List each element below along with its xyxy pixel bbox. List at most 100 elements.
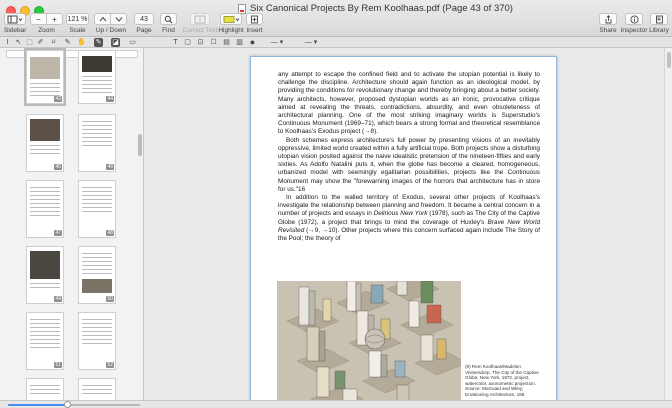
page-body-text: any attempt to escape the confined field… xyxy=(278,71,540,243)
thumbnail-page[interactable]: 46 xyxy=(78,114,116,172)
scale-field[interactable]: 121 % xyxy=(66,13,89,25)
pdf-document-icon xyxy=(238,3,246,14)
box-tool-icon[interactable]: ⊡ xyxy=(196,38,205,47)
fill-color-icon[interactable]: ▥ xyxy=(235,38,244,47)
insert-label: Insert xyxy=(246,27,263,34)
pdf-page: any attempt to escape the confined field… xyxy=(250,56,557,400)
pencil-tool-icon[interactable]: ✎ xyxy=(94,38,103,47)
thumbnail-image xyxy=(30,119,60,141)
inspector-toolbar-item: Inspector xyxy=(620,13,648,37)
rectangle-tool-icon[interactable]: ▢ xyxy=(183,38,192,47)
draw-tool-icon[interactable]: ✎ xyxy=(63,38,72,47)
updown-toolbar-item: Up / Down xyxy=(94,13,128,37)
scale-toolbar-item: 121 % Scale xyxy=(66,13,90,37)
thumbnail-page-number: 50 xyxy=(106,296,114,302)
rect-select-tool-icon[interactable]: ⬚ xyxy=(25,38,34,47)
page-up-button[interactable] xyxy=(94,13,111,25)
document-scrollbar-knob[interactable] xyxy=(667,52,671,68)
share-label: Share xyxy=(599,27,617,34)
paragraph: In addition to the walled territory of E… xyxy=(278,194,540,243)
axonometric-city-image xyxy=(277,281,461,400)
correct-text-toolbar-item: Correct Text xyxy=(183,13,217,37)
sidebar-scrollbar[interactable] xyxy=(138,134,142,156)
highlight-toolbar-item: Highlight xyxy=(218,13,244,37)
highlight-button[interactable] xyxy=(220,13,242,25)
library-label: Library xyxy=(649,27,669,34)
pen-tool-icon[interactable]: ✐ xyxy=(36,38,45,47)
text-select-tool-icon[interactable]: I xyxy=(3,38,12,47)
search-icon xyxy=(164,15,173,23)
page-down-button[interactable] xyxy=(110,13,127,25)
thumbnail-page-number: 49 xyxy=(54,296,62,302)
thumbnail-page-number: 45 xyxy=(54,164,62,170)
note-tool-icon[interactable]: ▭ xyxy=(128,38,137,47)
thumbnail-page[interactable]: 51 xyxy=(26,312,64,370)
zoom-out-button[interactable]: − xyxy=(30,13,47,25)
page-toolbar-item: 43 Page xyxy=(134,13,154,37)
updown-label: Up / Down xyxy=(95,27,127,34)
thumbnail-page[interactable]: 43 xyxy=(24,48,66,106)
insert-page-icon xyxy=(251,15,258,23)
sidebar-toolbar-item: Sidebar xyxy=(4,13,28,37)
thumbnail-page-number: 43 xyxy=(54,96,62,102)
library-icon xyxy=(655,15,663,23)
stamp-tool-icon[interactable]: ▤ xyxy=(222,38,231,47)
inspector-button[interactable] xyxy=(625,13,643,25)
preview-window: Six Canonical Projects By Rem Koolhaas.p… xyxy=(0,0,672,408)
zoom-in-button[interactable]: + xyxy=(46,13,63,25)
find-label: Find xyxy=(162,27,175,34)
sidebar-toggle-button[interactable] xyxy=(4,13,26,25)
captive-globe-illustration xyxy=(277,281,461,400)
hand-tool-icon[interactable]: ✋ xyxy=(77,38,86,47)
thumbnail-page[interactable]: 48 xyxy=(78,180,116,238)
insert-toolbar-item: Insert xyxy=(244,13,266,37)
border-color-icon[interactable]: ● xyxy=(248,38,257,47)
thumbnail-image xyxy=(30,251,60,279)
document-scrollbar[interactable] xyxy=(664,48,672,400)
window-title-text: Six Canonical Projects By Rem Koolhaas.p… xyxy=(250,3,513,14)
chevron-down-icon xyxy=(115,17,122,22)
library-button[interactable] xyxy=(650,13,668,25)
inspector-label: Inspector xyxy=(620,27,648,34)
thumbnail-size-slider-fill xyxy=(8,404,68,406)
thumbnail-page[interactable]: 45 xyxy=(26,114,64,172)
correct-text-button[interactable] xyxy=(190,13,210,25)
text-edit-icon xyxy=(194,15,206,23)
arrow-style-dropdown[interactable]: — ▾ xyxy=(300,38,322,47)
thumbnail-page[interactable]: 47 xyxy=(26,180,64,238)
text-box-tool-icon[interactable]: T xyxy=(171,38,180,47)
find-button[interactable] xyxy=(160,13,177,25)
thumbnail-size-slider-knob[interactable] xyxy=(63,401,71,408)
sidebar-icon xyxy=(7,15,23,23)
line-style-dropdown[interactable]: — ▾ xyxy=(266,38,288,47)
highlight-label: Highlight xyxy=(218,27,244,34)
chevron-up-icon xyxy=(99,16,106,22)
zoom-toolbar-item: − + Zoom xyxy=(30,13,64,37)
thumbnail-page-number: 52 xyxy=(106,362,114,368)
scale-label: Scale xyxy=(69,27,86,34)
window-title: Six Canonical Projects By Rem Koolhaas.p… xyxy=(238,3,578,14)
insert-button[interactable] xyxy=(246,13,263,25)
correct-text-label: Correct Text xyxy=(182,27,218,34)
thumbnail-image xyxy=(30,57,60,79)
thumbnail-page[interactable]: 50 xyxy=(78,246,116,304)
info-icon xyxy=(629,14,639,24)
marquee-tool-icon[interactable]: ⌑ xyxy=(49,38,58,47)
thumbnail-image xyxy=(82,56,112,72)
thumbnail-page[interactable]: 44 xyxy=(78,50,116,104)
zoom-in-icon: + xyxy=(52,14,57,24)
share-toolbar-item: Share xyxy=(598,13,618,37)
page-number-field[interactable]: 43 xyxy=(134,13,154,25)
paragraph: Both schemes express architecture's full… xyxy=(278,136,540,193)
comment-tool-icon[interactable]: ☐ xyxy=(209,38,218,47)
share-icon xyxy=(605,14,611,23)
arrow-select-tool-icon[interactable]: ↖ xyxy=(14,38,23,47)
paragraph: any attempt to escape the confined field… xyxy=(278,71,540,136)
thumbnail-page[interactable]: 52 xyxy=(78,312,116,370)
share-button[interactable] xyxy=(599,13,617,25)
page-label: Page xyxy=(136,27,152,34)
document-view[interactable]: any attempt to escape the confined field… xyxy=(145,48,664,400)
thumbnail-page[interactable]: 49 xyxy=(26,246,64,304)
thumbnail-page-number: 47 xyxy=(54,230,62,236)
shape-tool-icon[interactable]: ◪ xyxy=(111,38,120,47)
